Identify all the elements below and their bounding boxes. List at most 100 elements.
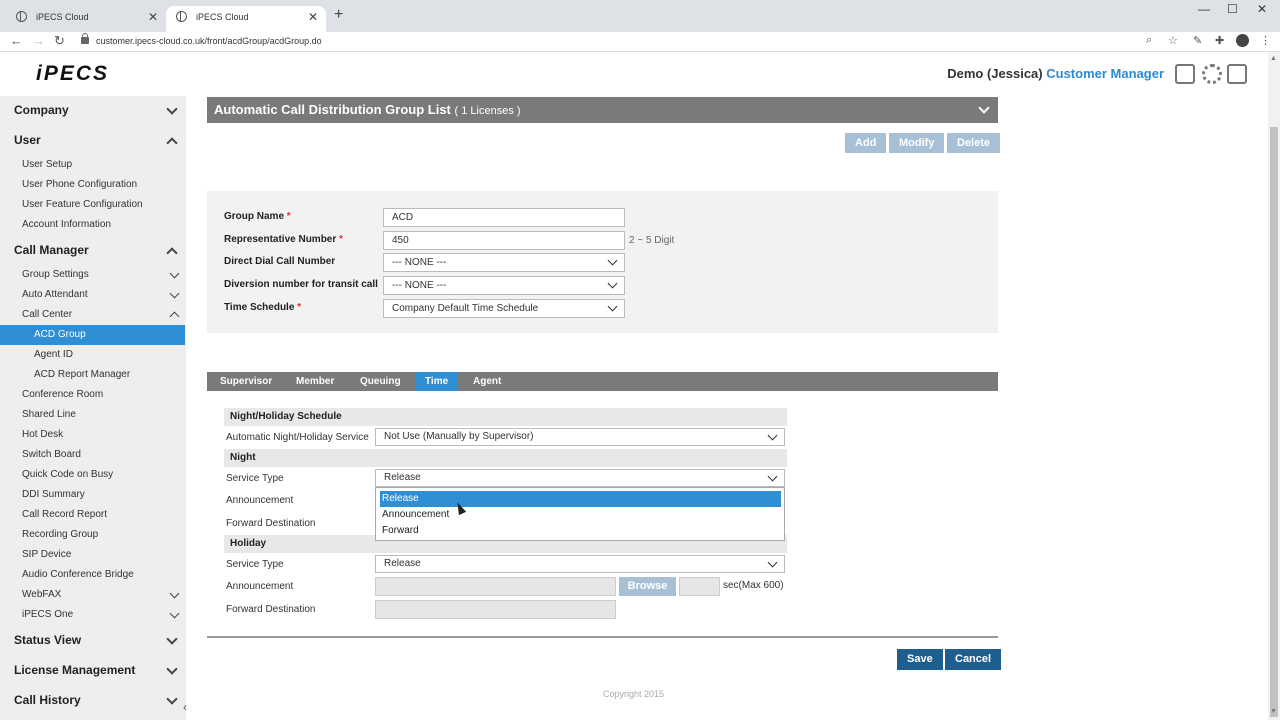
chevron-down-icon xyxy=(166,693,178,705)
save-button[interactable]: Save xyxy=(897,649,943,670)
sidebar-item-user-feature-config[interactable]: User Feature Configuration xyxy=(0,195,186,215)
close-tab-icon[interactable]: ✕ xyxy=(308,6,318,28)
tab-agent[interactable]: Agent xyxy=(463,372,511,391)
gear-icon[interactable] xyxy=(1202,64,1222,84)
sidebar-item-switch-board[interactable]: Switch Board xyxy=(0,445,186,465)
group-name-input[interactable]: ACD xyxy=(383,208,625,227)
sidebar-item-sip-device[interactable]: SIP Device xyxy=(0,545,186,565)
dropdown-option-announcement[interactable]: Announcement xyxy=(380,507,781,523)
direct-dial-select[interactable]: --- NONE --- xyxy=(383,253,625,272)
item-label: iPECS One xyxy=(22,609,74,620)
modify-button[interactable]: Modify xyxy=(889,133,945,153)
sidebar-item-group-settings[interactable]: Group Settings xyxy=(0,265,186,285)
sidebar-item-webfax[interactable]: WebFAX xyxy=(0,585,186,605)
maximize-button[interactable]: ☐ xyxy=(1227,2,1238,16)
time-schedule-select[interactable]: Company Default Time Schedule xyxy=(383,299,625,318)
sidebar-item-acd-group[interactable]: ACD Group xyxy=(0,325,185,345)
license-count: ( 1 Licenses ) xyxy=(454,105,521,117)
tab-queuing[interactable]: Queuing xyxy=(350,372,411,391)
chevron-down-icon xyxy=(607,255,618,266)
ipecs-logo: iPECS xyxy=(36,62,110,85)
chevron-down-icon xyxy=(607,278,618,289)
holiday-service-type-select[interactable]: Release xyxy=(375,555,785,573)
back-arrow-icon[interactable]: ← xyxy=(10,33,23,48)
representative-number-input[interactable]: 450 xyxy=(383,231,625,250)
select-value: --- NONE --- xyxy=(392,257,447,268)
menu-dots-icon[interactable]: ⋮ xyxy=(1260,34,1271,47)
profile-avatar[interactable] xyxy=(1236,34,1249,47)
section-label: Call History xyxy=(14,693,81,707)
chevron-down-icon xyxy=(169,608,180,619)
sidebar-section-call-history[interactable]: Call History xyxy=(0,686,186,716)
forward-arrow-icon[interactable]: → xyxy=(32,33,45,48)
holiday-service-type-label: Service Type xyxy=(226,559,284,570)
puzzle-icon[interactable]: ✚ xyxy=(1215,34,1224,47)
chevron-up-icon xyxy=(169,311,180,322)
dropdown-option-release[interactable]: Release xyxy=(380,491,781,507)
cancel-button[interactable]: Cancel xyxy=(945,649,1002,670)
tab-time[interactable]: Time xyxy=(415,372,459,391)
diversion-select[interactable]: --- NONE --- xyxy=(383,276,625,295)
chevron-up-icon xyxy=(166,137,178,149)
browse-button[interactable]: Browse xyxy=(619,577,676,596)
chevron-down-icon xyxy=(169,588,180,599)
close-tab-icon[interactable]: ✕ xyxy=(148,6,158,28)
manual-icon[interactable] xyxy=(1175,64,1195,84)
browser-tab[interactable]: iPECS Cloud ✕ xyxy=(6,6,166,32)
sidebar-item-auto-attendant[interactable]: Auto Attendant xyxy=(0,285,186,305)
tab-member[interactable]: Member xyxy=(286,372,344,391)
sidebar-item-call-record-report[interactable]: Call Record Report xyxy=(0,505,186,525)
sidebar-item-ipecs-one[interactable]: iPECS One xyxy=(0,605,186,625)
sidebar-item-acd-report-manager[interactable]: ACD Report Manager xyxy=(0,365,186,385)
sidebar-section-company[interactable]: Company xyxy=(0,96,186,126)
sidebar-item-recording-group[interactable]: Recording Group xyxy=(0,525,186,545)
sidebar-item-conference-room[interactable]: Conference Room xyxy=(0,385,186,405)
url-field[interactable]: customer.ipecs-cloud.co.uk/front/acdGrou… xyxy=(96,36,322,46)
sidebar-section-license-management[interactable]: License Management xyxy=(0,656,186,686)
sidebar-item-call-center[interactable]: Call Center xyxy=(0,305,186,325)
add-button[interactable]: Add xyxy=(845,133,887,153)
holiday-announcement-label: Announcement xyxy=(226,581,294,592)
sidebar-item-ddi-summary[interactable]: DDI Summary xyxy=(0,485,186,505)
night-service-type-select[interactable]: Release xyxy=(375,469,785,487)
minimize-button[interactable]: — xyxy=(1198,2,1210,16)
sidebar-item-shared-line[interactable]: Shared Line xyxy=(0,405,186,425)
sidebar-section-user[interactable]: User xyxy=(0,126,186,156)
night-header: Night xyxy=(224,449,787,467)
sidebar-section-status-view[interactable]: Status View xyxy=(0,626,186,656)
chevron-down-icon xyxy=(767,557,778,568)
bookmark-star-icon[interactable]: ☆ xyxy=(1168,34,1178,47)
chevron-down-icon[interactable] xyxy=(978,102,990,114)
close-window-button[interactable]: ✕ xyxy=(1257,2,1267,16)
sidebar-item-account-info[interactable]: Account Information xyxy=(0,215,186,235)
browser-tab-active[interactable]: iPECS Cloud ✕ xyxy=(166,6,326,32)
page-title-bar[interactable]: Automatic Call Distribution Group List (… xyxy=(207,97,998,123)
dropdown-option-forward[interactable]: Forward xyxy=(380,523,781,539)
auto-service-select[interactable]: Not Use (Manually by Supervisor) xyxy=(375,428,785,446)
sidebar-item-agent-id[interactable]: Agent ID xyxy=(0,345,186,365)
browser-tab-bar: iPECS Cloud ✕ iPECS Cloud ✕ + — ☐ ✕ xyxy=(0,0,1280,32)
collapse-sidebar-icon[interactable]: ‹ xyxy=(183,700,187,714)
logout-icon[interactable] xyxy=(1227,64,1247,84)
sidebar-item-hot-desk[interactable]: Hot Desk xyxy=(0,425,186,445)
settings-tabs: Supervisor Member Queuing Time Agent xyxy=(207,372,998,391)
sidebar-item-audio-conference-bridge[interactable]: Audio Conference Bridge xyxy=(0,565,186,585)
delete-button[interactable]: Delete xyxy=(947,133,1001,153)
user-role-link[interactable]: Customer Manager xyxy=(1046,66,1164,81)
extension-icon[interactable]: ✎ xyxy=(1193,34,1202,47)
sidebar-item-quick-code[interactable]: Quick Code on Busy xyxy=(0,465,186,485)
scroll-down-icon[interactable]: ▼ xyxy=(1270,708,1277,715)
tab-supervisor[interactable]: Supervisor xyxy=(210,372,282,391)
chevron-down-icon xyxy=(166,103,178,115)
sidebar-section-call-manager[interactable]: Call Manager xyxy=(0,236,186,266)
scrollbar-thumb[interactable] xyxy=(1270,127,1278,717)
page-scrollbar[interactable]: ▲ ▼ xyxy=(1268,52,1280,720)
zoom-icon[interactable]: ⌕ xyxy=(1146,34,1152,47)
new-tab-button[interactable]: + xyxy=(334,6,343,24)
scroll-up-icon[interactable]: ▲ xyxy=(1270,55,1277,62)
reload-icon[interactable]: ↻ xyxy=(54,33,65,49)
holiday-forward-label: Forward Destination xyxy=(226,604,316,615)
sidebar-item-user-phone-config[interactable]: User Phone Configuration xyxy=(0,175,186,195)
sidebar-item-user-setup[interactable]: User Setup xyxy=(0,155,186,175)
section-label: Company xyxy=(14,103,69,117)
